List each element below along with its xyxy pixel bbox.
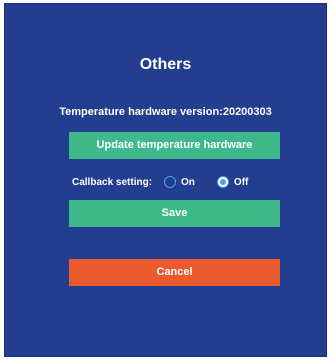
radio-unchecked-icon[interactable] <box>164 176 177 188</box>
callback-setting-row: Callback setting: On Off <box>72 174 248 190</box>
callback-setting-label: Callback setting: <box>72 176 153 188</box>
update-temperature-hardware-button[interactable]: Update temperature hardware <box>69 132 280 159</box>
callback-on-label: On <box>181 176 195 188</box>
cancel-button[interactable]: Cancel <box>69 259 280 286</box>
temperature-hardware-version: Temperature hardware version:20200303 <box>59 106 272 118</box>
callback-off-option[interactable]: Off <box>216 176 249 188</box>
save-button[interactable]: Save <box>69 200 280 227</box>
others-dialog: Others Temperature hardware version:2020… <box>4 3 327 357</box>
dialog-title: Others <box>139 56 192 73</box>
callback-on-option[interactable]: On <box>164 176 195 188</box>
radio-checked-icon[interactable] <box>216 176 229 188</box>
callback-off-label: Off <box>233 176 249 188</box>
